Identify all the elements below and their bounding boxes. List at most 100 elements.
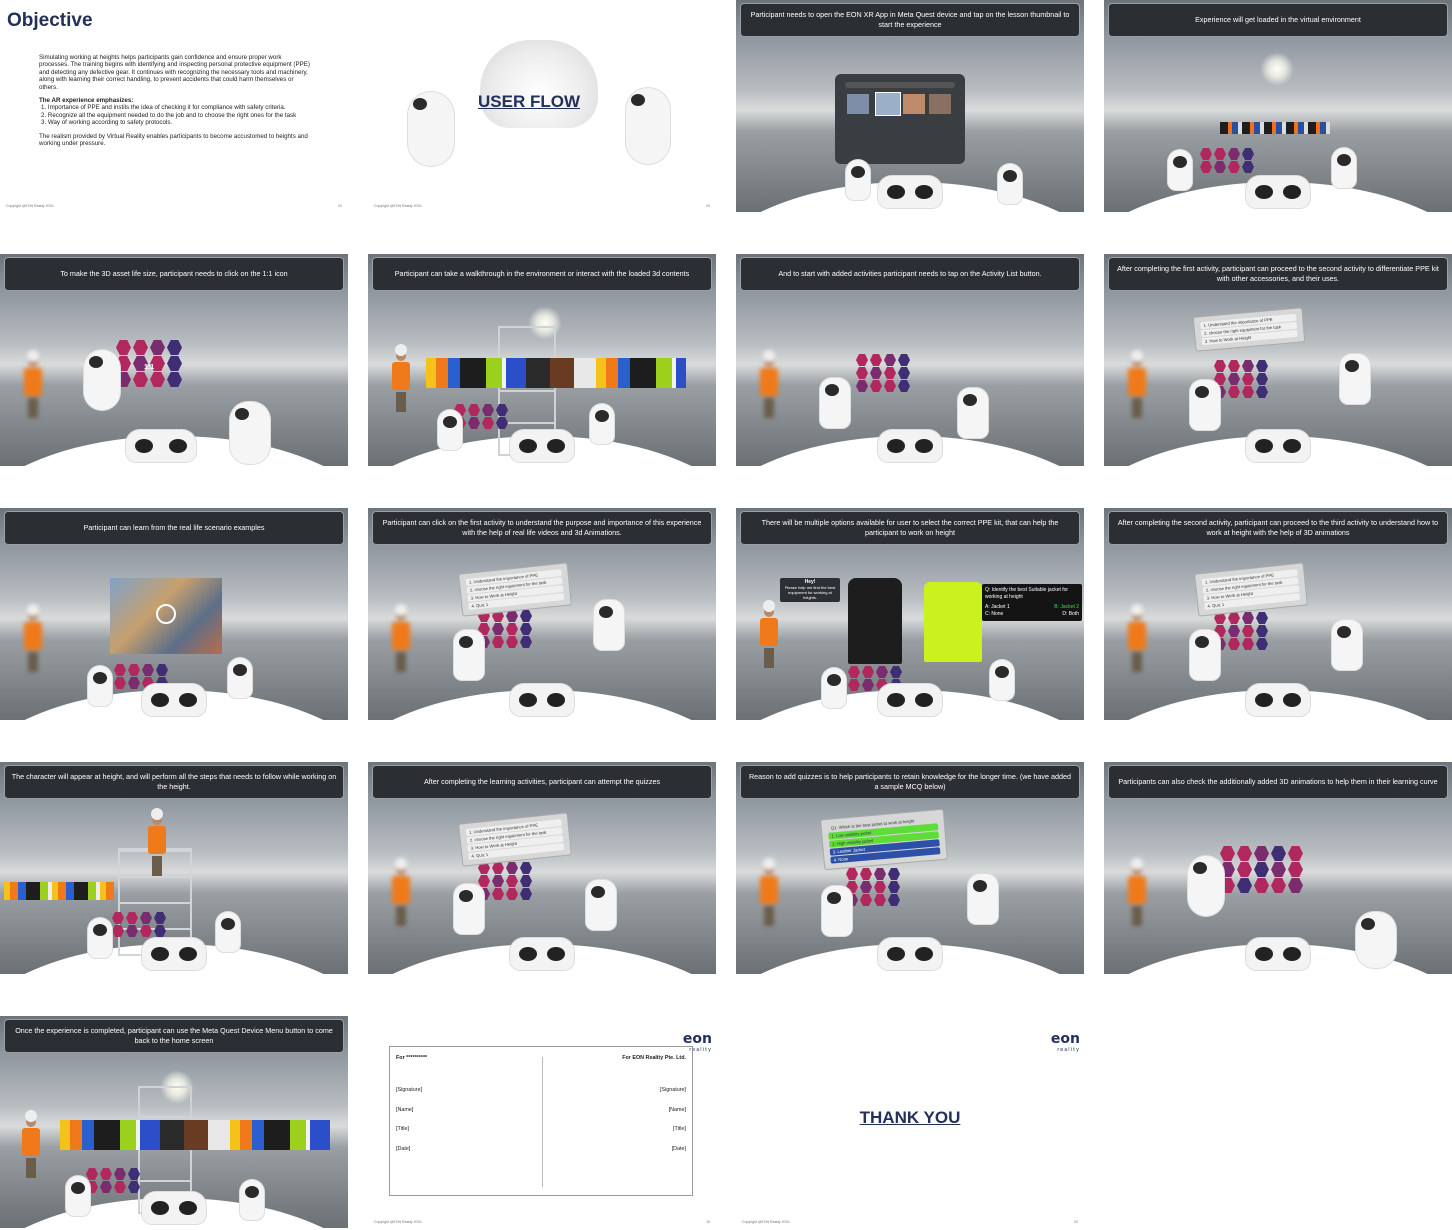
controller-left-image [454,630,484,680]
slide-step-walkthrough: Participant can take a walkthrough in th… [368,254,716,466]
jacket-2-image[interactable] [924,582,982,662]
controller-left-image [820,378,850,428]
activity-menu[interactable] [454,404,509,429]
worker-figure [22,350,44,430]
one-to-one-label[interactable]: 1:1 [144,364,154,371]
headset-image [142,938,206,970]
right-name-field[interactable]: [Name] [669,1107,686,1113]
lesson-thumbnail[interactable] [847,94,869,114]
objective-intro: Simulating working at heights helps part… [39,54,310,91]
activity-menu[interactable] [112,912,167,937]
footer-copyright: Copyright @EON Reality 2024 [742,1220,790,1224]
controller-right-image [626,88,670,164]
slide-thank-you: eon reality THANK YOU Copyright @EON Rea… [736,1016,1084,1228]
slide-step-ppe-selection: There will be multiple options available… [736,508,1084,720]
lesson-thumbnail[interactable] [903,94,925,114]
controller-right-image [216,912,240,952]
left-name-field[interactable]: [Name] [396,1107,413,1113]
play-icon[interactable] [156,604,176,624]
step-banner: To make the 3D asset life size, particip… [4,257,344,291]
page-number: 20 [1074,1220,1078,1224]
activity-menu[interactable] [846,868,901,906]
activity-menu[interactable] [856,354,911,392]
slide-step-one-to-one: To make the 3D asset life size, particip… [0,254,348,466]
page-number: 02 [338,204,342,208]
right-signature-field[interactable]: [Signature] [660,1087,686,1093]
quiz-panel[interactable]: Q1. Which is the best jacket to work at … [820,808,948,871]
controller-right-image [228,658,252,698]
activity-menu[interactable] [478,610,533,648]
headset-image [126,430,196,462]
controller-left-image [408,92,454,166]
slide-step-open-app: Participant needs to open the EON XR App… [736,0,1084,212]
footer-copyright: Copyright @EON Reality 2024 [374,204,422,208]
page-number: 03 [706,204,710,208]
page-title: Objective [7,10,93,31]
user-flow-title: USER FLOW [478,92,580,111]
worker-figure [390,604,412,684]
controller-left-image [822,886,852,936]
controller-left-image [88,666,112,706]
activity-list-panel[interactable]: 1. Understand the importance of PPE 2. c… [1194,562,1308,617]
activity-menu[interactable] [1214,360,1269,398]
step-banner: There will be multiple options available… [740,511,1080,545]
worker-figure [1126,858,1148,938]
controller-left-image [1188,856,1224,916]
slide-user-flow: USER FLOW Copyright @EON Reality 2024 03 [368,0,716,212]
controller-left-image [822,668,846,708]
activity-list-panel[interactable]: 1. Understand the importance of PPE 2. c… [1192,307,1306,352]
real-life-video[interactable] [110,578,222,654]
lesson-thumbnail[interactable] [875,92,901,116]
worker-figure [20,1110,42,1210]
ppe-assets-row [426,358,686,388]
right-date-field[interactable]: [Date] [672,1146,686,1152]
left-title-field[interactable]: [Title] [396,1126,409,1132]
slide-step-3d-animations: Participants can also check the addition… [1104,762,1452,974]
activity-menu[interactable] [1200,148,1255,173]
lesson-thumbnail[interactable] [929,94,951,114]
footer-copyright: Copyright @EON Reality 2024 [6,204,54,208]
app-search-bar[interactable] [845,82,955,88]
slide-step-activity-list: And to start with added activities parti… [736,254,1084,466]
slide-step-sample-mcq: Reason to add quizzes is to help partici… [736,762,1084,974]
ppe-assets-row [4,882,114,900]
activity-menu[interactable] [1220,846,1304,893]
headset-image [142,684,206,716]
controller-left-image [66,1176,90,1216]
right-title-field[interactable]: [Title] [673,1126,686,1132]
activity-menu[interactable] [478,862,533,900]
step-banner: Participant can take a walkthrough in th… [372,257,712,291]
controller-left-image [846,160,870,200]
option-d[interactable]: D: Both [1062,611,1079,618]
ppe-question: Q: Identify the best Suitable jacket for… [985,587,1069,600]
controller-right-image [1356,912,1396,968]
sun-image [1260,52,1294,86]
worker-figure [390,344,412,444]
left-date-field[interactable]: [Date] [396,1146,410,1152]
objective-closing: The realism provided by Virtual Reality … [39,132,308,148]
objective-body: Simulating working at heights helps part… [39,54,311,147]
worker-figure [1126,350,1148,430]
option-b[interactable]: B: Jacket 2 [1054,604,1079,611]
jacket-1-image[interactable] [848,578,902,664]
activity-menu[interactable] [1214,612,1269,650]
right-party-heading: For EON Reality Pte. Ltd. [622,1055,686,1061]
controller-left-image [1190,380,1220,430]
step-banner: Participant needs to open the EON XR App… [740,3,1080,37]
slide-step-first-activity: Participant can click on the first activ… [368,508,716,720]
thank-you-title: THANK YOU [859,1108,961,1127]
activity-list-panel[interactable]: 1. Understand the importance of PPE 2. c… [458,812,572,867]
objective-point: 1. Importance of PPE and instils the ide… [41,104,286,112]
step-banner: Reason to add quizzes is to help partici… [740,765,1080,799]
step-banner: Once the experience is completed, partic… [4,1019,344,1053]
headset-image [1246,176,1310,208]
step-banner: After completing the learning activities… [372,765,712,799]
activity-menu[interactable] [86,1168,141,1193]
left-signature-field[interactable]: [Signature] [396,1087,422,1093]
controller-right-image [586,880,616,930]
option-c[interactable]: C: None [985,611,1003,618]
worker-figure [758,858,780,938]
option-a[interactable]: A: Jacket 1 [985,604,1010,611]
activity-list-panel[interactable]: 1. Understand the importance of PPE 2. c… [458,562,572,617]
controller-left-image [1168,150,1192,190]
